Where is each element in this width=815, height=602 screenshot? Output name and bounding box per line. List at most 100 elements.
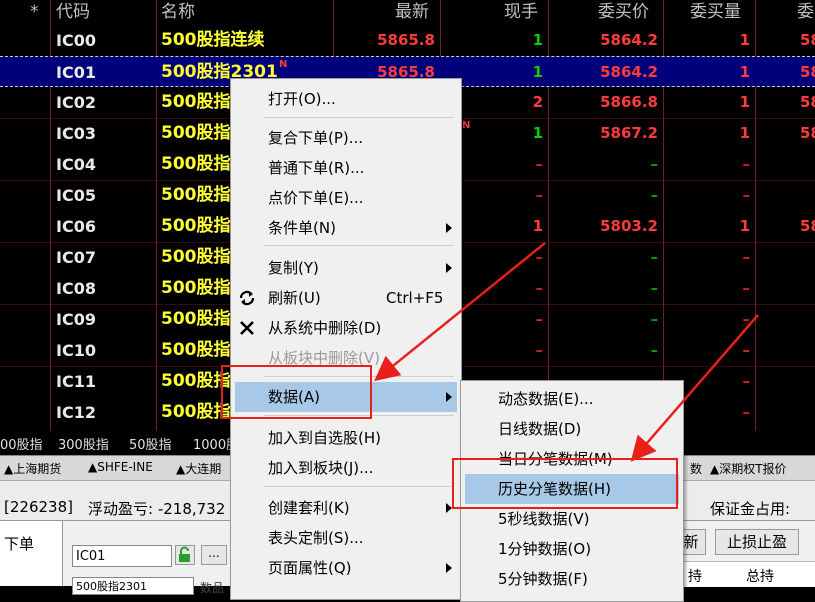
submenu-item-label: 1分钟数据(O): [498, 540, 592, 558]
row-bidvol: –: [742, 310, 751, 328]
tab-shenzhen-options[interactable]: ▲深期权T报价: [710, 460, 787, 477]
row-bidvol: 1: [739, 31, 750, 49]
row-vol: 1: [532, 124, 543, 142]
row-bidvol: 1: [739, 93, 750, 111]
submenu-arrow-icon: [446, 563, 452, 573]
col-header-last[interactable]: 最新: [395, 0, 429, 24]
menu-item-label: 刷新(U): [268, 289, 321, 307]
quantity-label: 数品: [200, 581, 225, 595]
row-bid: 5867.2: [600, 124, 658, 142]
menu-item-header-customize[interactable]: 表头定制(S)...: [231, 523, 461, 553]
col-header-star[interactable]: *: [30, 0, 39, 24]
menu-item-label: 创建套利(K): [268, 499, 350, 517]
submenu-arrow-icon: [446, 223, 452, 233]
row-vol: –: [535, 155, 544, 173]
menu-item-copy[interactable]: 复制(Y): [231, 253, 461, 283]
menu-item-label: 表头定制(S)...: [268, 529, 364, 547]
row-bid: –: [650, 279, 659, 297]
menu-item-label: 打开(O)...: [268, 90, 336, 108]
row-code: IC04: [56, 155, 96, 174]
row-bidvol: –: [742, 403, 751, 421]
submenu-arrow-icon: [446, 392, 452, 402]
menu-separator: [264, 117, 454, 118]
submenu-item-1min-data[interactable]: 1分钟数据(O): [461, 534, 683, 564]
submenu-item-5min-data[interactable]: 5分钟数据(F): [461, 564, 683, 594]
refresh-icon: [239, 290, 255, 306]
col-total-hold: 总持: [746, 569, 774, 585]
category-tab[interactable]: 00股指: [0, 434, 43, 453]
row-vol: –: [535, 341, 544, 359]
row-vol: 1: [532, 63, 543, 81]
row-bid: –: [650, 186, 659, 204]
more-button[interactable]: ...: [201, 545, 227, 565]
col-header-name[interactable]: 名称: [161, 0, 195, 24]
category-tab[interactable]: 300股指: [58, 434, 109, 453]
account-id: [226238]: [4, 498, 73, 516]
menu-item-open[interactable]: 打开(O)...: [231, 84, 461, 114]
row-code: IC11: [56, 372, 96, 391]
stop-loss-profit-button[interactable]: 止损止盈: [715, 529, 799, 555]
row-ask: 58: [800, 124, 815, 142]
row-code: IC08: [56, 279, 96, 298]
float-pnl: 浮动盈亏: -218,732: [88, 500, 226, 518]
col-header-ask[interactable]: 委: [797, 0, 814, 24]
row-code: IC03: [56, 124, 96, 143]
submenu-item-label: 动态数据(E)...: [498, 390, 594, 408]
annotation-box-history-tick: [452, 458, 678, 509]
col-header-code[interactable]: 代码: [56, 0, 90, 24]
submenu-arrow-icon: [446, 263, 452, 273]
row-vol: –: [535, 310, 544, 328]
contract-code-input[interactable]: [72, 545, 172, 567]
col-header-vol[interactable]: 现手: [504, 0, 538, 24]
table-header: * 代码 名称 最新 现手 委买价 委买量 委: [0, 0, 815, 24]
row-vol: –: [535, 248, 544, 266]
menu-item-label: 页面属性(Q): [268, 559, 352, 577]
row-bidvol: 1: [739, 63, 750, 81]
row-bidvol: –: [742, 341, 751, 359]
col-header-bidvol[interactable]: 委买量: [690, 0, 741, 24]
col-header-bid[interactable]: 委买价: [598, 0, 649, 24]
row-bid: –: [650, 341, 659, 359]
menu-item-conditional-order[interactable]: 条件单(N): [231, 213, 461, 243]
row-flag: N: [279, 59, 288, 70]
row-code: IC00: [56, 31, 96, 50]
row-code: IC07: [56, 248, 96, 267]
menu-item-create-arbitrage[interactable]: 创建套利(K): [231, 493, 461, 523]
submenu-item-dynamic-data[interactable]: 动态数据(E)...: [461, 384, 683, 414]
row-bidvol: –: [742, 155, 751, 173]
menu-separator: [264, 245, 454, 246]
row-bid: 5866.8: [600, 93, 658, 111]
position-header: 持 总持: [676, 561, 815, 587]
tab-shanghai-futures[interactable]: ▲上海期货: [4, 460, 61, 477]
tab-shfe-ine[interactable]: ▲SHFE-INE: [88, 460, 153, 474]
row-ask: 58: [800, 63, 815, 81]
lock-button[interactable]: [175, 545, 195, 565]
row-bid: 5803.2: [600, 217, 658, 235]
menu-item-delete-from-system[interactable]: 从系统中删除(D): [231, 313, 461, 343]
category-tab[interactable]: 50股指: [129, 434, 172, 453]
row-bid: –: [650, 155, 659, 173]
order-label: 下单: [4, 535, 35, 553]
menu-item-refresh[interactable]: 刷新(U) Ctrl+F5: [231, 283, 461, 313]
table-row[interactable]: IC00 500股指连续 5865.8 1 5864.2 1 58: [0, 25, 815, 56]
menu-item-add-to-block[interactable]: 加入到板块(J)...: [231, 453, 461, 483]
menu-item-normal-order[interactable]: 普通下单(R)...: [231, 153, 461, 183]
row-vol: –: [535, 186, 544, 204]
row-code: IC12: [56, 403, 96, 422]
contract-name: 500股指2301: [76, 580, 147, 593]
row-vol: –: [535, 279, 544, 297]
row-code: IC05: [56, 186, 96, 205]
row-code: IC01: [56, 63, 96, 82]
menu-item-price-click-order[interactable]: 点价下单(E)...: [231, 183, 461, 213]
submenu-item-daily-data[interactable]: 日线数据(D): [461, 414, 683, 444]
tab-data[interactable]: 数: [690, 460, 702, 477]
row-bidvol: –: [742, 372, 751, 390]
row-vol: 2: [532, 93, 543, 111]
contract-name-field: 500股指2301: [72, 577, 194, 595]
menu-item-shortcut: Ctrl+F5: [386, 289, 444, 307]
menu-item-page-properties[interactable]: 页面属性(Q): [231, 553, 461, 583]
tab-dalian[interactable]: ▲大连期: [176, 460, 221, 477]
menu-item-composite-order[interactable]: 复合下单(P)...: [231, 123, 461, 153]
menu-item-add-watchlist[interactable]: 加入到自选股(H): [231, 423, 461, 453]
lock-icon: [179, 546, 190, 562]
